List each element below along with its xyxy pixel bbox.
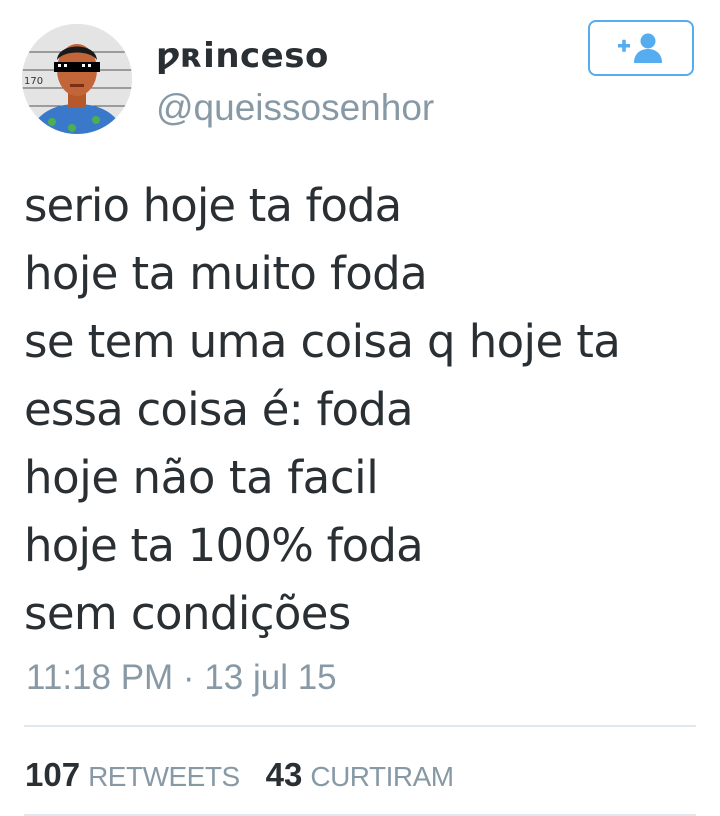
tweet-text-line: serio hoje ta foda [24, 179, 402, 232]
tweet-text-line: se tem uma coisa q hoje ta [24, 315, 621, 368]
avatar-height-marker: 170 [24, 76, 43, 87]
tweet-text: serio hoje ta foda hoje ta muito foda se… [24, 172, 704, 648]
tweet-text-line: hoje ta 100% foda [24, 519, 424, 572]
tweet-stats: 107 RETWEETS 43 CURTIRAM [25, 756, 454, 800]
tweet-text-line: sem condições [24, 587, 351, 640]
author-names: ƿʀinceso @queissosenhor [156, 36, 434, 128]
tweet-card: 170 ƿʀinceso @queissosenhor serio hoje t… [0, 0, 720, 816]
user-handle[interactable]: @queissosenhor [156, 88, 434, 128]
avatar-image: 170 [22, 24, 132, 134]
divider [24, 725, 696, 727]
tweet-text-line: hoje não ta facil [24, 451, 379, 504]
tweet-header: 170 ƿʀinceso @queissosenhor [22, 20, 702, 137]
likes-label: CURTIRAM [310, 761, 454, 792]
retweets-stat[interactable]: 107 RETWEETS [25, 756, 240, 794]
add-user-icon [618, 33, 662, 63]
tweet-timestamp[interactable]: 11:18 PM · 13 jul 15 [26, 656, 337, 700]
tweet-text-line: essa coisa é: foda [24, 383, 414, 436]
follow-button[interactable] [588, 20, 694, 76]
retweets-count: 107 [25, 756, 81, 793]
likes-stat[interactable]: 43 CURTIRAM [266, 756, 454, 794]
retweets-label: RETWEETS [88, 761, 240, 792]
display-name[interactable]: ƿʀinceso [156, 36, 434, 76]
tweet-text-line: hoje ta muito foda [24, 247, 428, 300]
likes-count: 43 [265, 756, 303, 793]
avatar[interactable]: 170 [22, 24, 132, 134]
